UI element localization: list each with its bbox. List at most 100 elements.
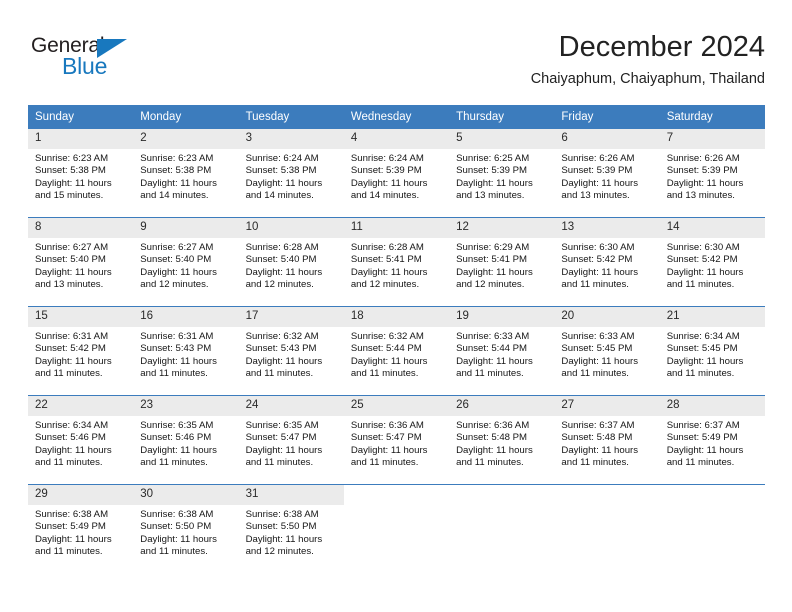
day-info: Sunrise: 6:32 AM Sunset: 5:43 PM Dayligh… [239, 327, 344, 381]
sunrise-text: Sunrise: 6:28 AM [245, 242, 319, 253]
sunset-text: Sunset: 5:50 PM [245, 521, 317, 533]
day-info: Sunrise: 6:28 AM Sunset: 5:40 PM Dayligh… [239, 238, 344, 292]
daylight-text-line1: Daylight: 11 hours [140, 444, 217, 456]
day-cell[interactable]: 11 Sunrise: 6:28 AM Sunset: 5:41 PM Dayl… [343, 217, 450, 307]
day-cell[interactable]: 10 Sunrise: 6:28 AM Sunset: 5:40 PM Dayl… [238, 217, 344, 307]
day-cell[interactable]: 23 Sunrise: 6:35 AM Sunset: 5:46 PM Dayl… [133, 395, 239, 485]
calendar-page: General Blue December 2024 Chaiyaphum, C… [0, 0, 792, 612]
day-number: 3 [238, 129, 344, 149]
daylight-text-line1: Daylight: 11 hours [666, 177, 744, 189]
day-cell-empty [449, 484, 555, 573]
day-info: Sunrise: 6:35 AM Sunset: 5:46 PM Dayligh… [133, 416, 238, 470]
daylight-text-line2: and 13 minutes. [456, 190, 525, 202]
daylight-text-line2: and 14 minutes. [140, 190, 209, 202]
day-info: Sunrise: 6:27 AM Sunset: 5:40 PM Dayligh… [28, 238, 133, 292]
daylight-text-line1: Daylight: 11 hours [140, 533, 217, 545]
day-cell[interactable]: 31 Sunrise: 6:38 AM Sunset: 5:50 PM Dayl… [238, 484, 344, 573]
day-cell[interactable]: 12 Sunrise: 6:29 AM Sunset: 5:41 PM Dayl… [449, 217, 555, 307]
sunrise-text: Sunrise: 6:25 AM [456, 153, 530, 164]
day-cell[interactable]: 3 Sunrise: 6:24 AM Sunset: 5:38 PM Dayli… [238, 128, 344, 218]
weekday-header-friday: Friday [554, 105, 660, 129]
day-number: 2 [133, 129, 239, 149]
sunrise-text: Sunrise: 6:37 AM [561, 420, 635, 431]
day-cell-empty [554, 484, 660, 573]
sunset-text: Sunset: 5:40 PM [140, 254, 212, 266]
sunrise-text: Sunrise: 6:35 AM [245, 420, 319, 431]
day-info: Sunrise: 6:23 AM Sunset: 5:38 PM Dayligh… [28, 149, 133, 203]
day-cell[interactable]: 18 Sunrise: 6:32 AM Sunset: 5:44 PM Dayl… [343, 306, 450, 396]
daylight-text-line1: Daylight: 11 hours [456, 177, 533, 189]
sunset-text: Sunset: 5:44 PM [456, 343, 528, 355]
day-cell[interactable]: 17 Sunrise: 6:32 AM Sunset: 5:43 PM Dayl… [238, 306, 344, 396]
day-cell[interactable]: 15 Sunrise: 6:31 AM Sunset: 5:42 PM Dayl… [28, 306, 134, 396]
daylight-text-line1: Daylight: 11 hours [245, 444, 323, 456]
day-info: Sunrise: 6:34 AM Sunset: 5:45 PM Dayligh… [660, 327, 765, 381]
day-cell[interactable]: 9 Sunrise: 6:27 AM Sunset: 5:40 PM Dayli… [133, 217, 239, 307]
day-cell[interactable]: 16 Sunrise: 6:31 AM Sunset: 5:43 PM Dayl… [133, 306, 239, 396]
day-cell[interactable]: 26 Sunrise: 6:36 AM Sunset: 5:48 PM Dayl… [449, 395, 555, 485]
day-cell[interactable]: 14 Sunrise: 6:30 AM Sunset: 5:42 PM Dayl… [659, 217, 765, 307]
day-cell[interactable]: 30 Sunrise: 6:38 AM Sunset: 5:50 PM Dayl… [133, 484, 239, 573]
day-cell[interactable]: 7 Sunrise: 6:26 AM Sunset: 5:39 PM Dayli… [659, 128, 765, 218]
day-cell[interactable]: 8 Sunrise: 6:27 AM Sunset: 5:40 PM Dayli… [28, 217, 134, 307]
day-number: 17 [238, 307, 344, 327]
sunrise-text: Sunrise: 6:38 AM [140, 509, 214, 520]
day-cell[interactable]: 21 Sunrise: 6:34 AM Sunset: 5:45 PM Dayl… [659, 306, 765, 396]
sunset-text: Sunset: 5:41 PM [456, 254, 528, 266]
day-cell[interactable]: 19 Sunrise: 6:33 AM Sunset: 5:44 PM Dayl… [449, 306, 555, 396]
sunrise-text: Sunrise: 6:33 AM [561, 331, 635, 342]
sunset-text: Sunset: 5:50 PM [140, 521, 212, 533]
daylight-text-line2: and 11 minutes. [140, 457, 208, 469]
daylight-text-line1: Daylight: 11 hours [456, 444, 533, 456]
sunset-text: Sunset: 5:39 PM [456, 165, 528, 177]
day-cell[interactable]: 28 Sunrise: 6:37 AM Sunset: 5:49 PM Dayl… [659, 395, 765, 485]
sunset-text: Sunset: 5:42 PM [561, 254, 633, 266]
day-cell-empty [343, 484, 450, 573]
day-cell[interactable]: 27 Sunrise: 6:37 AM Sunset: 5:48 PM Dayl… [554, 395, 660, 485]
sunrise-text: Sunrise: 6:31 AM [140, 331, 214, 342]
daylight-text-line1: Daylight: 11 hours [456, 266, 533, 278]
day-info: Sunrise: 6:28 AM Sunset: 5:41 PM Dayligh… [344, 238, 449, 292]
weekday-header-thursday: Thursday [449, 105, 555, 129]
day-number: 9 [133, 218, 239, 238]
daylight-text-line1: Daylight: 11 hours [350, 177, 428, 189]
daylight-text-line2: and 14 minutes. [350, 190, 420, 202]
sunrise-text: Sunrise: 6:30 AM [666, 242, 740, 253]
sunrise-text: Sunrise: 6:37 AM [666, 420, 740, 431]
daylight-text-line1: Daylight: 11 hours [350, 266, 428, 278]
day-info: Sunrise: 6:33 AM Sunset: 5:45 PM Dayligh… [554, 327, 659, 381]
sunrise-text: Sunrise: 6:27 AM [35, 242, 109, 253]
day-number: 25 [343, 396, 450, 416]
weekday-header-row: Sunday Monday Tuesday Wednesday Thursday… [28, 105, 765, 129]
daylight-text-line2: and 11 minutes. [666, 368, 735, 380]
daylight-text-line2: and 12 minutes. [456, 279, 525, 291]
day-number: 21 [659, 307, 765, 327]
daylight-text-line2: and 11 minutes. [245, 368, 314, 380]
sunrise-text: Sunrise: 6:28 AM [350, 242, 424, 253]
day-cell[interactable]: 13 Sunrise: 6:30 AM Sunset: 5:42 PM Dayl… [554, 217, 660, 307]
day-cell[interactable]: 4 Sunrise: 6:24 AM Sunset: 5:39 PM Dayli… [343, 128, 450, 218]
sunrise-text: Sunrise: 6:38 AM [35, 509, 109, 520]
day-cell[interactable]: 20 Sunrise: 6:33 AM Sunset: 5:45 PM Dayl… [554, 306, 660, 396]
day-cell[interactable]: 5 Sunrise: 6:25 AM Sunset: 5:39 PM Dayli… [449, 128, 555, 218]
day-cell[interactable]: 24 Sunrise: 6:35 AM Sunset: 5:47 PM Dayl… [238, 395, 344, 485]
day-cell[interactable]: 2 Sunrise: 6:23 AM Sunset: 5:38 PM Dayli… [133, 128, 239, 218]
general-blue-logo[interactable]: General Blue [31, 34, 171, 86]
day-info: Sunrise: 6:34 AM Sunset: 5:46 PM Dayligh… [28, 416, 133, 470]
day-cell[interactable]: 22 Sunrise: 6:34 AM Sunset: 5:46 PM Dayl… [28, 395, 134, 485]
daylight-text-line1: Daylight: 11 hours [35, 266, 112, 278]
day-cell[interactable]: 25 Sunrise: 6:36 AM Sunset: 5:47 PM Dayl… [343, 395, 450, 485]
day-cell[interactable]: 1 Sunrise: 6:23 AM Sunset: 5:38 PM Dayli… [28, 128, 134, 218]
sunset-text: Sunset: 5:45 PM [561, 343, 633, 355]
day-info: Sunrise: 6:24 AM Sunset: 5:39 PM Dayligh… [344, 149, 449, 203]
sunrise-text: Sunrise: 6:34 AM [35, 420, 109, 431]
calendar-grid: Sunday Monday Tuesday Wednesday Thursday… [28, 105, 765, 573]
day-cell[interactable]: 29 Sunrise: 6:38 AM Sunset: 5:49 PM Dayl… [28, 484, 134, 573]
day-info: Sunrise: 6:38 AM Sunset: 5:50 PM Dayligh… [133, 505, 238, 559]
sunrise-text: Sunrise: 6:24 AM [245, 153, 319, 164]
sunset-text: Sunset: 5:39 PM [561, 165, 633, 177]
sunset-text: Sunset: 5:49 PM [35, 521, 106, 533]
daylight-text-line1: Daylight: 11 hours [245, 355, 323, 367]
day-number: 27 [554, 396, 660, 416]
day-cell[interactable]: 6 Sunrise: 6:26 AM Sunset: 5:39 PM Dayli… [554, 128, 660, 218]
